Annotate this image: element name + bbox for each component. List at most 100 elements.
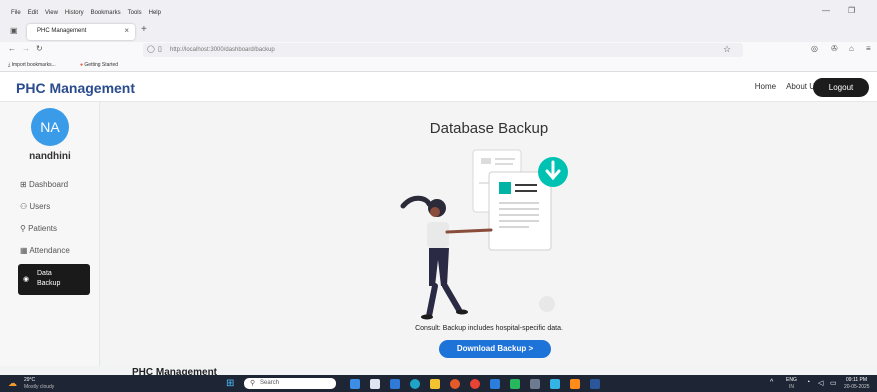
close-icon[interactable]: ×	[124, 26, 129, 35]
sidebar-item-users[interactable]: ⚇ Users	[20, 202, 50, 211]
tab-list-icon[interactable]: ▣	[10, 26, 18, 35]
url-field[interactable]: ◯ ▯ http://localhost:3000/dashboard/back…	[143, 43, 743, 57]
windows-start-icon[interactable]: ⊞	[226, 378, 234, 389]
menu-help[interactable]: Help	[149, 10, 161, 16]
url-text: http://localhost:3000/dashboard/backup	[170, 47, 275, 53]
weather-desc: Mostly cloudy	[24, 384, 55, 390]
menu-bookmarks[interactable]: Bookmarks	[91, 10, 121, 16]
back-doc-line	[495, 163, 513, 165]
search-label: Search	[260, 380, 280, 386]
person-shoe	[421, 314, 433, 320]
clock-time[interactable]: 09:11 PM	[846, 377, 867, 383]
weather-temp[interactable]: 29°C	[24, 377, 35, 383]
doc-line	[515, 184, 537, 186]
account-icon[interactable]: ⌂	[849, 44, 854, 53]
sidebar: NA nandhini ⊞ Dashboard ⚇ Users ⚲ Patien…	[0, 102, 100, 366]
avatar[interactable]: NA	[31, 108, 69, 146]
app-icon-blue[interactable]	[550, 379, 560, 389]
users-icon: ⚇	[20, 202, 28, 211]
bookmark-import[interactable]: ⤓ Import bookmarks...	[8, 62, 56, 68]
doc-line	[499, 214, 539, 216]
menu-icon[interactable]: ≡	[866, 44, 871, 53]
reload-icon[interactable]: ↻	[36, 44, 43, 53]
wifi-icon[interactable]: ◔	[806, 379, 810, 386]
tab-title: PHC Management	[37, 28, 87, 34]
chrome-icon[interactable]	[470, 379, 480, 389]
person-lower-legs	[426, 283, 462, 319]
word-icon[interactable]	[590, 379, 600, 389]
restore-icon[interactable]: ❐	[848, 6, 855, 15]
menu-edit[interactable]: Edit	[28, 10, 38, 16]
sidebar-item-label: Data Backup	[37, 270, 61, 287]
doc-line	[499, 220, 539, 222]
taskbar: ☁ 29°C Mostly cloudy ⊞ ⚲ Search ^ ENG IN…	[0, 375, 877, 392]
back-icon[interactable]: ←	[8, 44, 16, 53]
page-icon: ▯	[158, 46, 162, 53]
logout-button[interactable]: Logout	[813, 78, 869, 97]
browser-icon[interactable]	[410, 379, 420, 389]
firefox-icon: ●	[80, 62, 84, 68]
search-icon: ⚲	[250, 380, 256, 387]
download-backup-button[interactable]: Download Backup >	[439, 340, 551, 358]
doc-accent-block	[499, 182, 511, 194]
forward-icon[interactable]: →	[22, 44, 30, 53]
backup-illustration	[400, 149, 568, 320]
menu-view[interactable]: View	[45, 10, 58, 16]
tab-phc-management[interactable]: PHC Management ×	[27, 24, 135, 40]
taskbar-search[interactable]: ⚲ Search	[244, 378, 336, 389]
weather-icon: ☁	[8, 378, 17, 388]
front-document	[488, 171, 552, 251]
bookmark-getting-started[interactable]: ● Getting Started	[80, 62, 118, 68]
sidebar-item-attendance[interactable]: ▦ Attendance	[20, 246, 70, 255]
sidebar-item-label: Dashboard	[28, 180, 69, 189]
menu-history[interactable]: History	[65, 10, 84, 16]
tray-chevron-icon[interactable]: ^	[770, 379, 773, 386]
person-arm	[445, 228, 493, 234]
calendar-icon: ▦	[20, 246, 28, 255]
app-icon-gray[interactable]	[530, 379, 540, 389]
top-nav: Home About Us	[755, 82, 819, 91]
firefox-icon[interactable]	[450, 379, 460, 389]
vscode-icon[interactable]	[490, 379, 500, 389]
patients-icon: ⚲	[20, 224, 26, 233]
decorative-circle	[539, 296, 555, 312]
sidebar-item-patients[interactable]: ⚲ Patients	[20, 224, 57, 233]
backup-note: Consult: Backup includes hospital-specif…	[415, 325, 563, 332]
file-explorer-icon[interactable]	[430, 379, 440, 389]
back-doc-line	[495, 158, 515, 160]
bookmark-star-icon[interactable]: ☆	[723, 44, 731, 55]
sidebar-item-dashboard[interactable]: ⊞ Dashboard	[20, 180, 68, 189]
region-indicator: IN	[789, 384, 794, 390]
person-shirt	[427, 222, 449, 248]
app-icon-orange[interactable]	[570, 379, 580, 389]
language-indicator[interactable]: ENG	[786, 377, 797, 383]
extensions-icon[interactable]: ✇	[831, 44, 838, 53]
menu-file[interactable]: File	[11, 10, 21, 16]
doc-line	[499, 208, 539, 210]
menu-tools[interactable]: Tools	[128, 10, 142, 16]
edge-icon[interactable]	[390, 379, 400, 389]
brand-title: PHC Management	[16, 80, 136, 96]
nav-home[interactable]: Home	[755, 82, 776, 91]
navigation-bar: ← → ↻ ◯ ▯ http://localhost:3000/dashboar…	[0, 42, 877, 59]
pocket-icon[interactable]: ◎	[811, 44, 818, 53]
minimize-icon[interactable]: —	[822, 6, 830, 15]
username: nandhini	[29, 151, 71, 162]
grid-icon: ⊞	[20, 180, 27, 189]
sidebar-item-label: Patients	[28, 224, 57, 233]
task-view-icon[interactable]	[370, 379, 380, 389]
page-title: Database Backup	[429, 120, 549, 137]
app-header: PHC Management Home About Us Logout	[0, 72, 877, 102]
new-tab-icon[interactable]: +	[141, 24, 147, 35]
app-icon-green[interactable]	[510, 379, 520, 389]
volume-icon[interactable]: ◁	[818, 379, 823, 387]
shield-icon: ◯	[147, 46, 155, 53]
battery-icon[interactable]: ▭	[830, 379, 837, 387]
bookmarks-bar: ⤓ Import bookmarks... ● Getting Started	[0, 59, 877, 72]
sidebar-item-data-backup[interactable]: ◉ Data Backup	[18, 264, 90, 295]
clock-date: 20-05-2025	[844, 384, 870, 390]
person-legs	[429, 248, 449, 286]
widgets-icon[interactable]	[350, 379, 360, 389]
menu: File Edit View History Bookmarks Tools H…	[11, 10, 161, 16]
doc-line	[499, 226, 529, 228]
